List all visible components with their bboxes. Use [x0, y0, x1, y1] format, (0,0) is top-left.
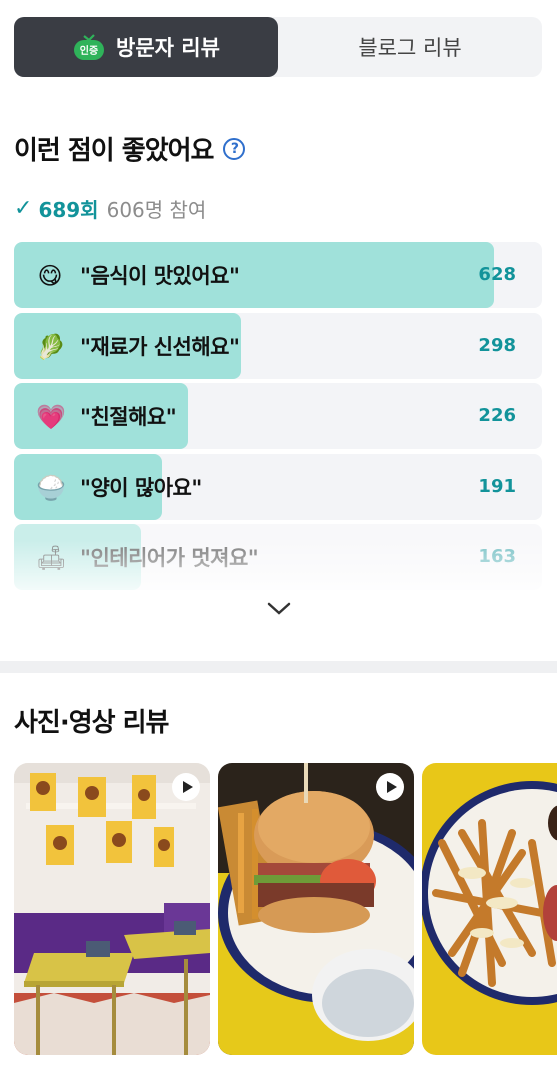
fries-image [422, 763, 557, 1055]
keyword-count: 226 [478, 405, 516, 426]
photo-thumbnail[interactable] [218, 763, 414, 1055]
photo-thumbnail[interactable] [422, 763, 557, 1055]
keyword-label: "친절해요" [80, 405, 177, 429]
keyword-item: 🥬 "재료가 신선해요" 298 [14, 313, 542, 379]
tab-visitor-reviews[interactable]: 인증 방문자 리뷰 [14, 17, 278, 77]
keyword-count: 628 [478, 264, 516, 285]
photo-thumbnail[interactable] [14, 763, 210, 1055]
keyword-count: 191 [478, 476, 516, 497]
question-circle-icon[interactable]: ? [223, 137, 246, 160]
rice-bowl-icon: 🍚 [36, 474, 66, 502]
keyword-item: 🛋 "인테리어가 멋져요" 163 [14, 524, 542, 590]
keyword-count: 298 [478, 335, 516, 356]
keyword-label: "음식이 맛있어요" [80, 264, 240, 288]
photo-reviews-title: 사진·영상 리뷰 [14, 708, 169, 738]
heart-icon: 💗 [36, 403, 66, 431]
keyword-label: "인테리어가 멋져요" [80, 546, 259, 570]
keyword-label: "재료가 신선해요" [80, 335, 240, 359]
verified-badge-icon: 인증 [72, 32, 106, 62]
review-tabs: 인증 방문자 리뷰 블로그 리뷰 [14, 17, 542, 77]
keyword-label: "양이 많아요" [80, 476, 202, 500]
chevron-down-icon[interactable] [264, 598, 294, 620]
total-count: 689회 [38, 198, 99, 222]
participant-count: 606명 참여 [106, 198, 207, 222]
burger-image [218, 763, 414, 1055]
sofa-icon: 🛋 [36, 544, 67, 572]
yummy-face-icon: 😋 [37, 262, 63, 290]
tab-blog-reviews[interactable]: 블로그 리뷰 [278, 17, 542, 77]
play-icon [376, 773, 404, 801]
keyword-item: 🍚 "양이 많아요" 191 [14, 454, 542, 520]
keyword-item: 😋 "음식이 맛있어요" 628 [14, 242, 542, 308]
tab-blog-label: 블로그 리뷰 [358, 36, 462, 60]
section-divider [0, 661, 557, 673]
keyword-count: 163 [478, 546, 516, 567]
keyword-item: 💗 "친절해요" 226 [14, 383, 542, 449]
play-icon [172, 773, 200, 801]
checkmark-icon: ✓ [14, 196, 33, 221]
leaf-icon: 🥬 [36, 333, 66, 361]
tab-visitor-label: 방문자 리뷰 [116, 36, 220, 60]
keywords-title: 이런 점이 좋았어요 ? [14, 130, 246, 167]
badge-text: 인증 [80, 44, 98, 57]
keywords-title-text: 이런 점이 좋았어요 [14, 136, 214, 166]
keyword-stats: ✓ 689회 606명 참여 [14, 194, 206, 223]
restaurant-interior-image [14, 763, 210, 1055]
